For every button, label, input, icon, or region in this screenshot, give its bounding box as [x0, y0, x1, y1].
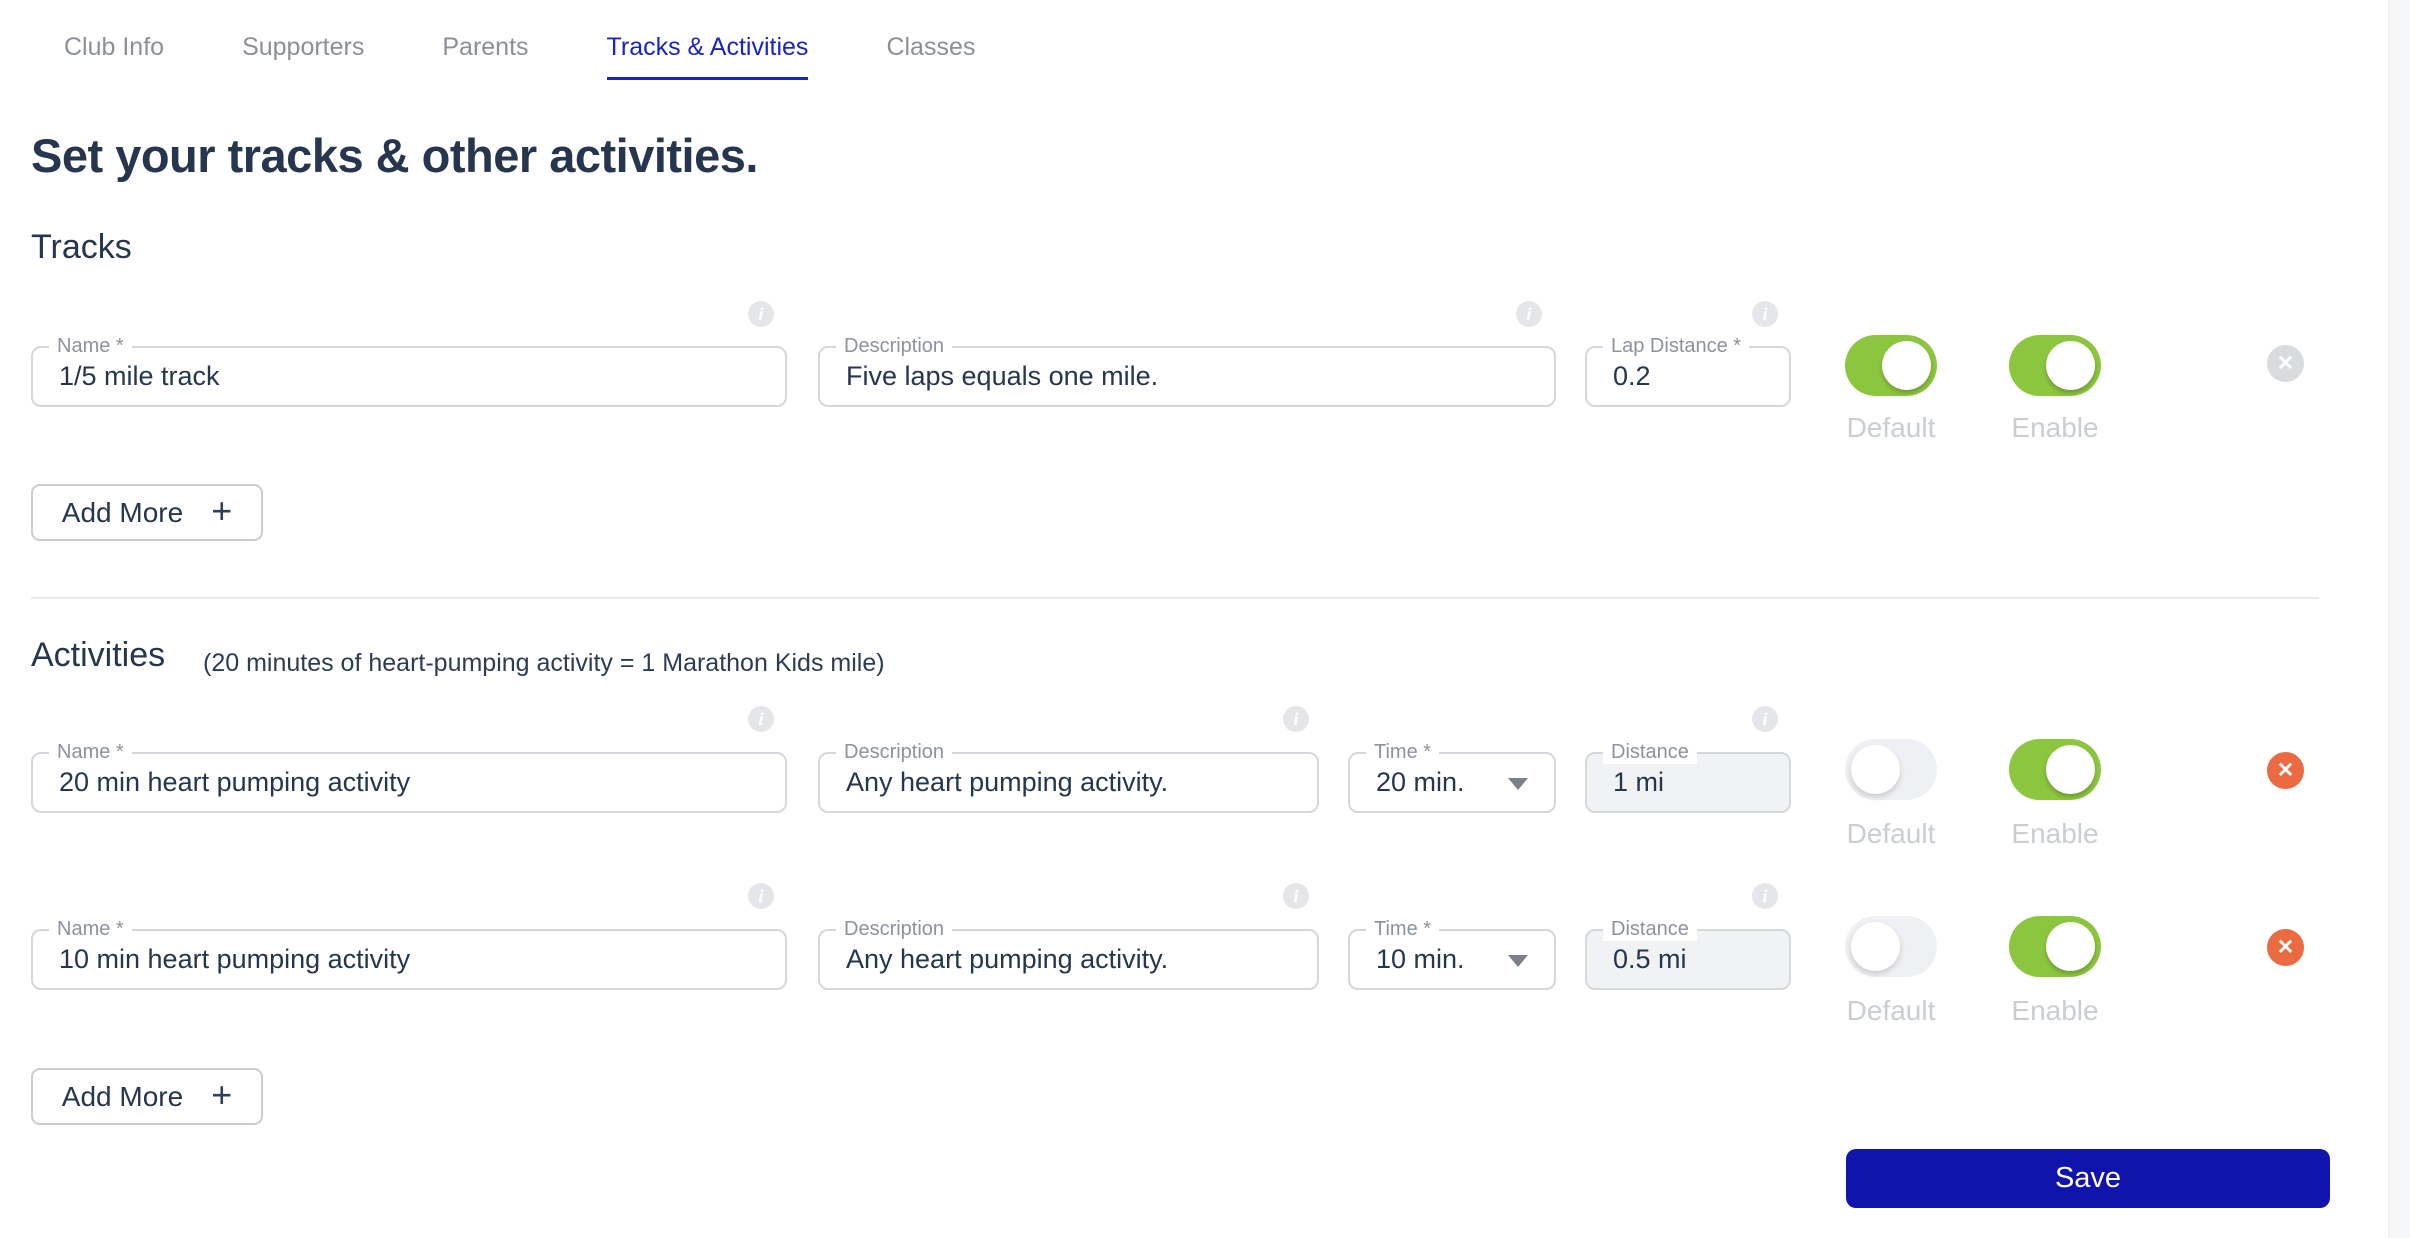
- info-icon[interactable]: i: [1752, 706, 1778, 732]
- chevron-down-icon[interactable]: [1508, 778, 1528, 790]
- enable-toggle[interactable]: [2009, 739, 2101, 800]
- enable-toggle-label: Enable: [2011, 995, 2099, 1026]
- default-toggle[interactable]: [1845, 916, 1937, 977]
- remove-activity-icon[interactable]: ✕: [2267, 929, 2304, 966]
- section-divider: [31, 597, 2319, 599]
- tab-tracks-activities[interactable]: Tracks & Activities: [606, 33, 809, 80]
- activity-distance-value: 0.5 mi: [1613, 944, 1687, 974]
- default-toggle-label: Default: [1846, 995, 1936, 1026]
- toggle-knob: [1851, 922, 1900, 971]
- remove-track-icon[interactable]: ✕: [2267, 345, 2304, 382]
- enable-toggle[interactable]: [2009, 335, 2101, 396]
- activities-section-title: Activities: [31, 636, 166, 674]
- save-button[interactable]: Save: [1846, 1149, 2330, 1208]
- default-toggle-label: Default: [1846, 412, 1936, 443]
- track-name-input[interactable]: Name * 1/5 mile track: [31, 334, 787, 407]
- add-more-label: Add More: [61, 496, 184, 528]
- plus-icon: +: [211, 490, 233, 531]
- activity-time-select[interactable]: Time * 10 min.: [1348, 917, 1556, 990]
- activity-name-value[interactable]: 10 min heart pumping activity: [59, 931, 410, 988]
- info-icon[interactable]: i: [1752, 301, 1778, 327]
- default-toggle[interactable]: [1845, 739, 1937, 800]
- enable-toggle-label: Enable: [2011, 818, 2099, 849]
- tracks-section-title: Tracks: [31, 228, 132, 266]
- info-icon[interactable]: i: [1752, 883, 1778, 909]
- track-name-value[interactable]: 1/5 mile track: [59, 348, 220, 405]
- activity-distance-input: Distance 0.5 mi: [1585, 917, 1791, 990]
- activity-description-value[interactable]: Any heart pumping activity.: [846, 754, 1168, 811]
- activity-distance-value: 1 mi: [1613, 767, 1665, 797]
- track-description-input[interactable]: Description Five laps equals one mile.: [818, 334, 1556, 407]
- add-more-activity-button[interactable]: Add More +: [31, 1068, 263, 1125]
- activity-time-select[interactable]: Time * 20 min.: [1348, 740, 1556, 813]
- enable-toggle[interactable]: [2009, 916, 2101, 977]
- plus-icon: +: [211, 1074, 233, 1115]
- toggle-knob: [2046, 341, 2095, 390]
- enable-toggle-label: Enable: [2011, 412, 2099, 443]
- activity-time-value[interactable]: 10 min.: [1376, 931, 1465, 988]
- activity-description-value[interactable]: Any heart pumping activity.: [846, 931, 1168, 988]
- activity-distance-input: Distance 1 mi: [1585, 740, 1791, 813]
- activity-description-input[interactable]: Description Any heart pumping activity.: [818, 917, 1319, 990]
- add-more-label: Add More: [61, 1080, 184, 1112]
- track-description-value[interactable]: Five laps equals one mile.: [846, 348, 1158, 405]
- tab-parents[interactable]: Parents: [442, 33, 528, 80]
- toggle-knob: [2046, 745, 2095, 794]
- tab-classes[interactable]: Classes: [886, 33, 975, 80]
- activities-section-subtitle: (20 minutes of heart-pumping activity = …: [203, 649, 885, 677]
- info-icon[interactable]: i: [1283, 883, 1309, 909]
- remove-activity-icon[interactable]: ✕: [2267, 752, 2304, 789]
- activity-name-input[interactable]: Name * 10 min heart pumping activity: [31, 917, 787, 990]
- info-icon[interactable]: i: [748, 706, 774, 732]
- track-lap-distance-value[interactable]: 0.2: [1613, 348, 1651, 405]
- tab-bar: Club Info Supporters Parents Tracks & Ac…: [64, 33, 975, 80]
- scrollbar[interactable]: [2388, 0, 2410, 1238]
- tab-supporters[interactable]: Supporters: [242, 33, 364, 80]
- chevron-down-icon[interactable]: [1508, 955, 1528, 967]
- activity-name-input[interactable]: Name * 20 min heart pumping activity: [31, 740, 787, 813]
- info-icon[interactable]: i: [748, 301, 774, 327]
- activity-description-input[interactable]: Description Any heart pumping activity.: [818, 740, 1319, 813]
- info-icon[interactable]: i: [1516, 301, 1542, 327]
- default-toggle[interactable]: [1845, 335, 1937, 396]
- toggle-knob: [1882, 341, 1931, 390]
- page-title: Set your tracks & other activities.: [31, 129, 758, 182]
- tab-club-info[interactable]: Club Info: [64, 33, 164, 80]
- toggle-knob: [1851, 745, 1900, 794]
- track-lap-distance-input[interactable]: Lap Distance * 0.2: [1585, 334, 1791, 407]
- activity-name-value[interactable]: 20 min heart pumping activity: [59, 754, 410, 811]
- info-icon[interactable]: i: [1283, 706, 1309, 732]
- info-icon[interactable]: i: [748, 883, 774, 909]
- toggle-knob: [2046, 922, 2095, 971]
- add-more-track-button[interactable]: Add More +: [31, 484, 263, 541]
- default-toggle-label: Default: [1846, 818, 1936, 849]
- activity-time-value[interactable]: 20 min.: [1376, 754, 1465, 811]
